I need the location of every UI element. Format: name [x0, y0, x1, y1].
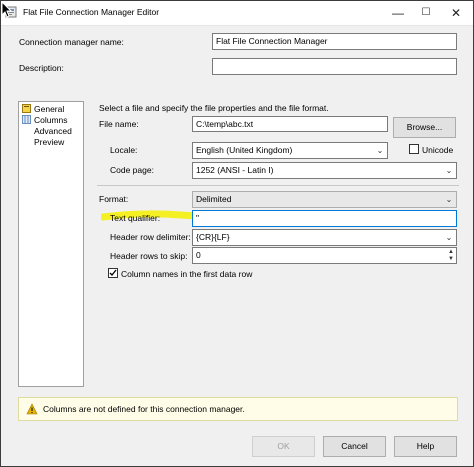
nav-item-general[interactable]: General — [22, 104, 64, 115]
column-names-checkbox[interactable] — [108, 268, 118, 278]
header-rows-to-skip-input[interactable]: 0 ▲ ▼ — [192, 247, 457, 264]
chevron-down-icon: ⌄ — [445, 166, 453, 175]
unicode-checkbox[interactable] — [409, 144, 419, 154]
ok-button[interactable]: OK — [252, 436, 315, 457]
chevron-down-icon: ⌄ — [376, 146, 384, 155]
help-button[interactable]: Help — [394, 436, 457, 457]
text-qualifier-input[interactable]: " — [192, 210, 457, 227]
chevron-down-icon: ⌄ — [445, 195, 453, 204]
nav-item-columns[interactable]: Columns — [22, 115, 68, 126]
browse-button[interactable]: Browse... — [393, 117, 456, 138]
connection-name-label: Connection manager name: — [19, 37, 124, 47]
connection-name-input[interactable]: Flat File Connection Manager — [212, 33, 457, 50]
general-intro-text: Select a file and specify the file prope… — [99, 103, 329, 113]
warning-icon — [26, 403, 38, 415]
file-name-input[interactable]: C:\temp\abc.txt — [192, 116, 388, 132]
locale-label: Locale: — [110, 145, 138, 155]
nav-item-preview[interactable]: Preview — [34, 137, 64, 148]
warning-text: Columns are not defined for this connect… — [43, 404, 245, 414]
text-qualifier-label: Text qualifier: — [110, 213, 161, 223]
warning-banner: Columns are not defined for this connect… — [18, 397, 458, 421]
page-navigation: General Columns Advanced Preview — [18, 101, 84, 387]
editor-window: Flat File Connection Manager Editor — ☐ … — [0, 0, 474, 467]
chevron-down-icon: ⌄ — [445, 233, 453, 242]
format-value: Delimited — [196, 194, 232, 204]
description-input[interactable] — [212, 58, 457, 75]
title-bar[interactable]: Flat File Connection Manager Editor — ☐ … — [1, 1, 473, 26]
maximize-button[interactable]: ☐ — [411, 1, 441, 25]
nav-item-label: Preview — [34, 137, 65, 147]
unicode-label: Unicode — [422, 145, 454, 155]
general-page-icon — [22, 104, 31, 113]
header-rows-to-skip-value: 0 — [196, 250, 201, 260]
nav-item-label: General — [34, 104, 65, 114]
spin-up-icon[interactable]: ▲ — [447, 249, 455, 255]
header-row-delimiter-select[interactable]: {CR}{LF} ⌄ — [192, 229, 457, 246]
code-page-label: Code page: — [110, 165, 154, 175]
file-name-label: File name: — [99, 119, 139, 129]
code-page-value: 1252 (ANSI - Latin I) — [196, 165, 274, 175]
code-page-select[interactable]: 1252 (ANSI - Latin I) ⌄ — [192, 162, 457, 179]
locale-value: English (United Kingdom) — [196, 145, 293, 155]
column-names-label: Column names in the first data row — [121, 269, 253, 279]
section-divider — [97, 185, 459, 186]
header-row-delimiter-value: {CR}{LF} — [196, 232, 230, 242]
checkmark-icon — [109, 269, 117, 276]
nav-item-advanced[interactable]: Advanced — [34, 126, 72, 137]
mouse-cursor-icon — [1, 1, 13, 18]
window-title: Flat File Connection Manager Editor — [23, 7, 160, 17]
header-rows-to-skip-label: Header rows to skip: — [110, 251, 188, 261]
columns-page-icon — [22, 115, 31, 124]
nav-item-label: Columns — [34, 115, 68, 125]
spin-down-icon[interactable]: ▼ — [447, 256, 455, 262]
format-label: Format: — [99, 194, 129, 204]
cancel-button[interactable]: Cancel — [323, 436, 386, 457]
description-label: Description: — [19, 63, 64, 73]
nav-item-label: Advanced — [34, 126, 72, 136]
close-button[interactable]: ✕ — [441, 1, 471, 25]
locale-select[interactable]: English (United Kingdom) ⌄ — [192, 142, 388, 159]
header-row-delimiter-label: Header row delimiter: — [110, 232, 191, 242]
format-select[interactable]: Delimited ⌄ — [192, 191, 457, 208]
minimize-button[interactable]: — — [383, 1, 413, 25]
